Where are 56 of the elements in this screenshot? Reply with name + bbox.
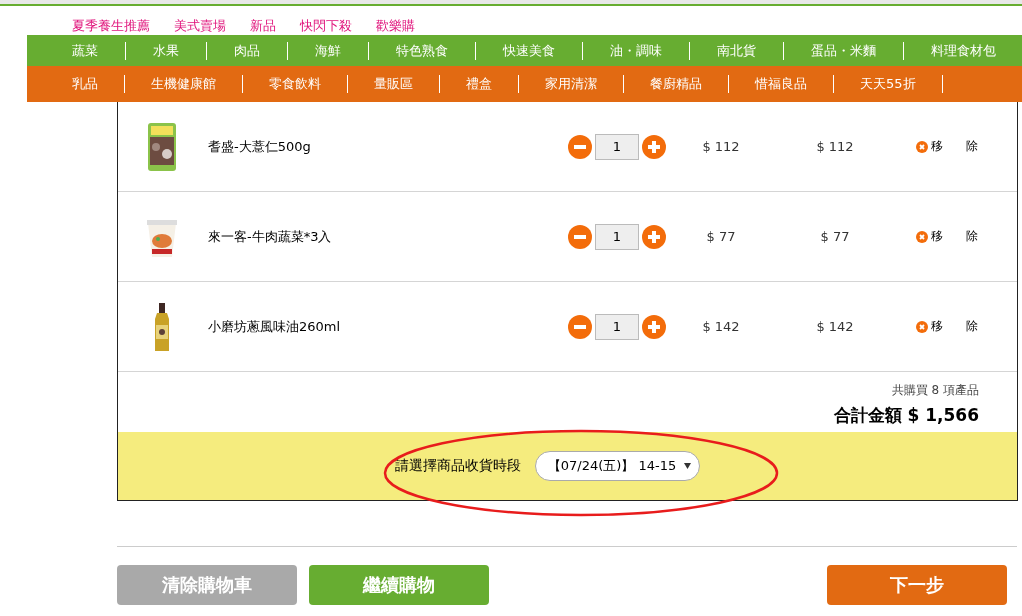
delivery-label: 請選擇商品收貨時段 (394, 457, 521, 475)
top-nav-link[interactable]: 歡樂購 (376, 17, 415, 35)
delivery-select[interactable]: 【07/24(五)】 14-15 (534, 451, 701, 481)
category-link[interactable]: 禮盒 (440, 75, 519, 93)
product-name: 來一客-牛肉蔬菜*3入 (208, 227, 333, 246)
category-link[interactable]: 南北貨 (690, 41, 784, 60)
category-link[interactable]: 海鮮 (288, 41, 369, 60)
category-link[interactable]: 油・調味 (583, 41, 690, 60)
close-icon (916, 320, 928, 333)
remove-button[interactable]: 移除 (916, 228, 1001, 245)
category-link[interactable]: 量販區 (348, 75, 440, 93)
category-link[interactable]: 天天55折 (834, 75, 943, 93)
unit-price: $ 142 (701, 319, 741, 334)
category-link[interactable]: 生機健康館 (125, 75, 243, 93)
category-link[interactable]: 肉品 (207, 41, 288, 60)
category-link[interactable]: 零食飲料 (243, 75, 348, 93)
category-link[interactable]: 乳品 (58, 75, 125, 93)
category-link[interactable]: 水果 (126, 41, 207, 60)
remove-button[interactable]: 移除 (916, 138, 1001, 155)
product-name: 小磨坊蔥風味油260ml (208, 317, 342, 336)
minus-icon[interactable] (568, 134, 592, 159)
unit-price: $ 77 (705, 229, 737, 244)
top-nav-link[interactable]: 快閃下殺 (300, 17, 352, 35)
category-link[interactable]: 快速美食 (476, 41, 583, 60)
remove-button[interactable]: 移除 (916, 318, 1001, 335)
top-nav-link[interactable]: 夏季養生推薦 (72, 17, 150, 35)
category-link[interactable]: 餐廚精品 (624, 75, 729, 93)
next-button[interactable]: 下一步 (827, 565, 1007, 605)
unit-price: $ 112 (701, 139, 741, 154)
subtotal: $ 112 (815, 139, 855, 154)
quantity-field[interactable]: 1 (595, 223, 639, 250)
quantity-field[interactable]: 1 (595, 313, 639, 340)
product-name: 耆盛-大薏仁500g (208, 137, 312, 156)
plus-icon[interactable] (642, 224, 666, 249)
plus-icon[interactable] (642, 134, 666, 159)
subtotal: $ 142 (815, 319, 855, 334)
category-link[interactable]: 蛋品・米麵 (784, 41, 904, 60)
category-link[interactable]: 家用清潔 (519, 75, 624, 93)
close-icon (916, 140, 928, 153)
subtotal: $ 77 (819, 229, 851, 244)
quantity-field[interactable]: 1 (595, 133, 639, 160)
item-count: 共購買 8 項產品 (891, 382, 979, 399)
plus-icon[interactable] (642, 314, 666, 339)
top-nav-link[interactable]: 美式賣場 (174, 17, 226, 35)
clear-button[interactable]: 清除購物車 (117, 565, 297, 605)
close-icon (916, 230, 928, 243)
category-link[interactable]: 蔬菜 (58, 41, 126, 60)
category-link[interactable]: 料理食材包 (904, 41, 1022, 60)
caret-icon (684, 463, 692, 469)
minus-icon[interactable] (568, 314, 592, 339)
category-link[interactable]: 特色熟食 (369, 41, 476, 60)
category-link[interactable]: 惜福良品 (729, 75, 834, 93)
total-amount: 合計金額 $ 1,566 (833, 404, 979, 427)
top-nav-link[interactable]: 新品 (250, 17, 276, 35)
minus-icon[interactable] (568, 224, 592, 249)
continue-button[interactable]: 繼續購物 (309, 565, 489, 605)
